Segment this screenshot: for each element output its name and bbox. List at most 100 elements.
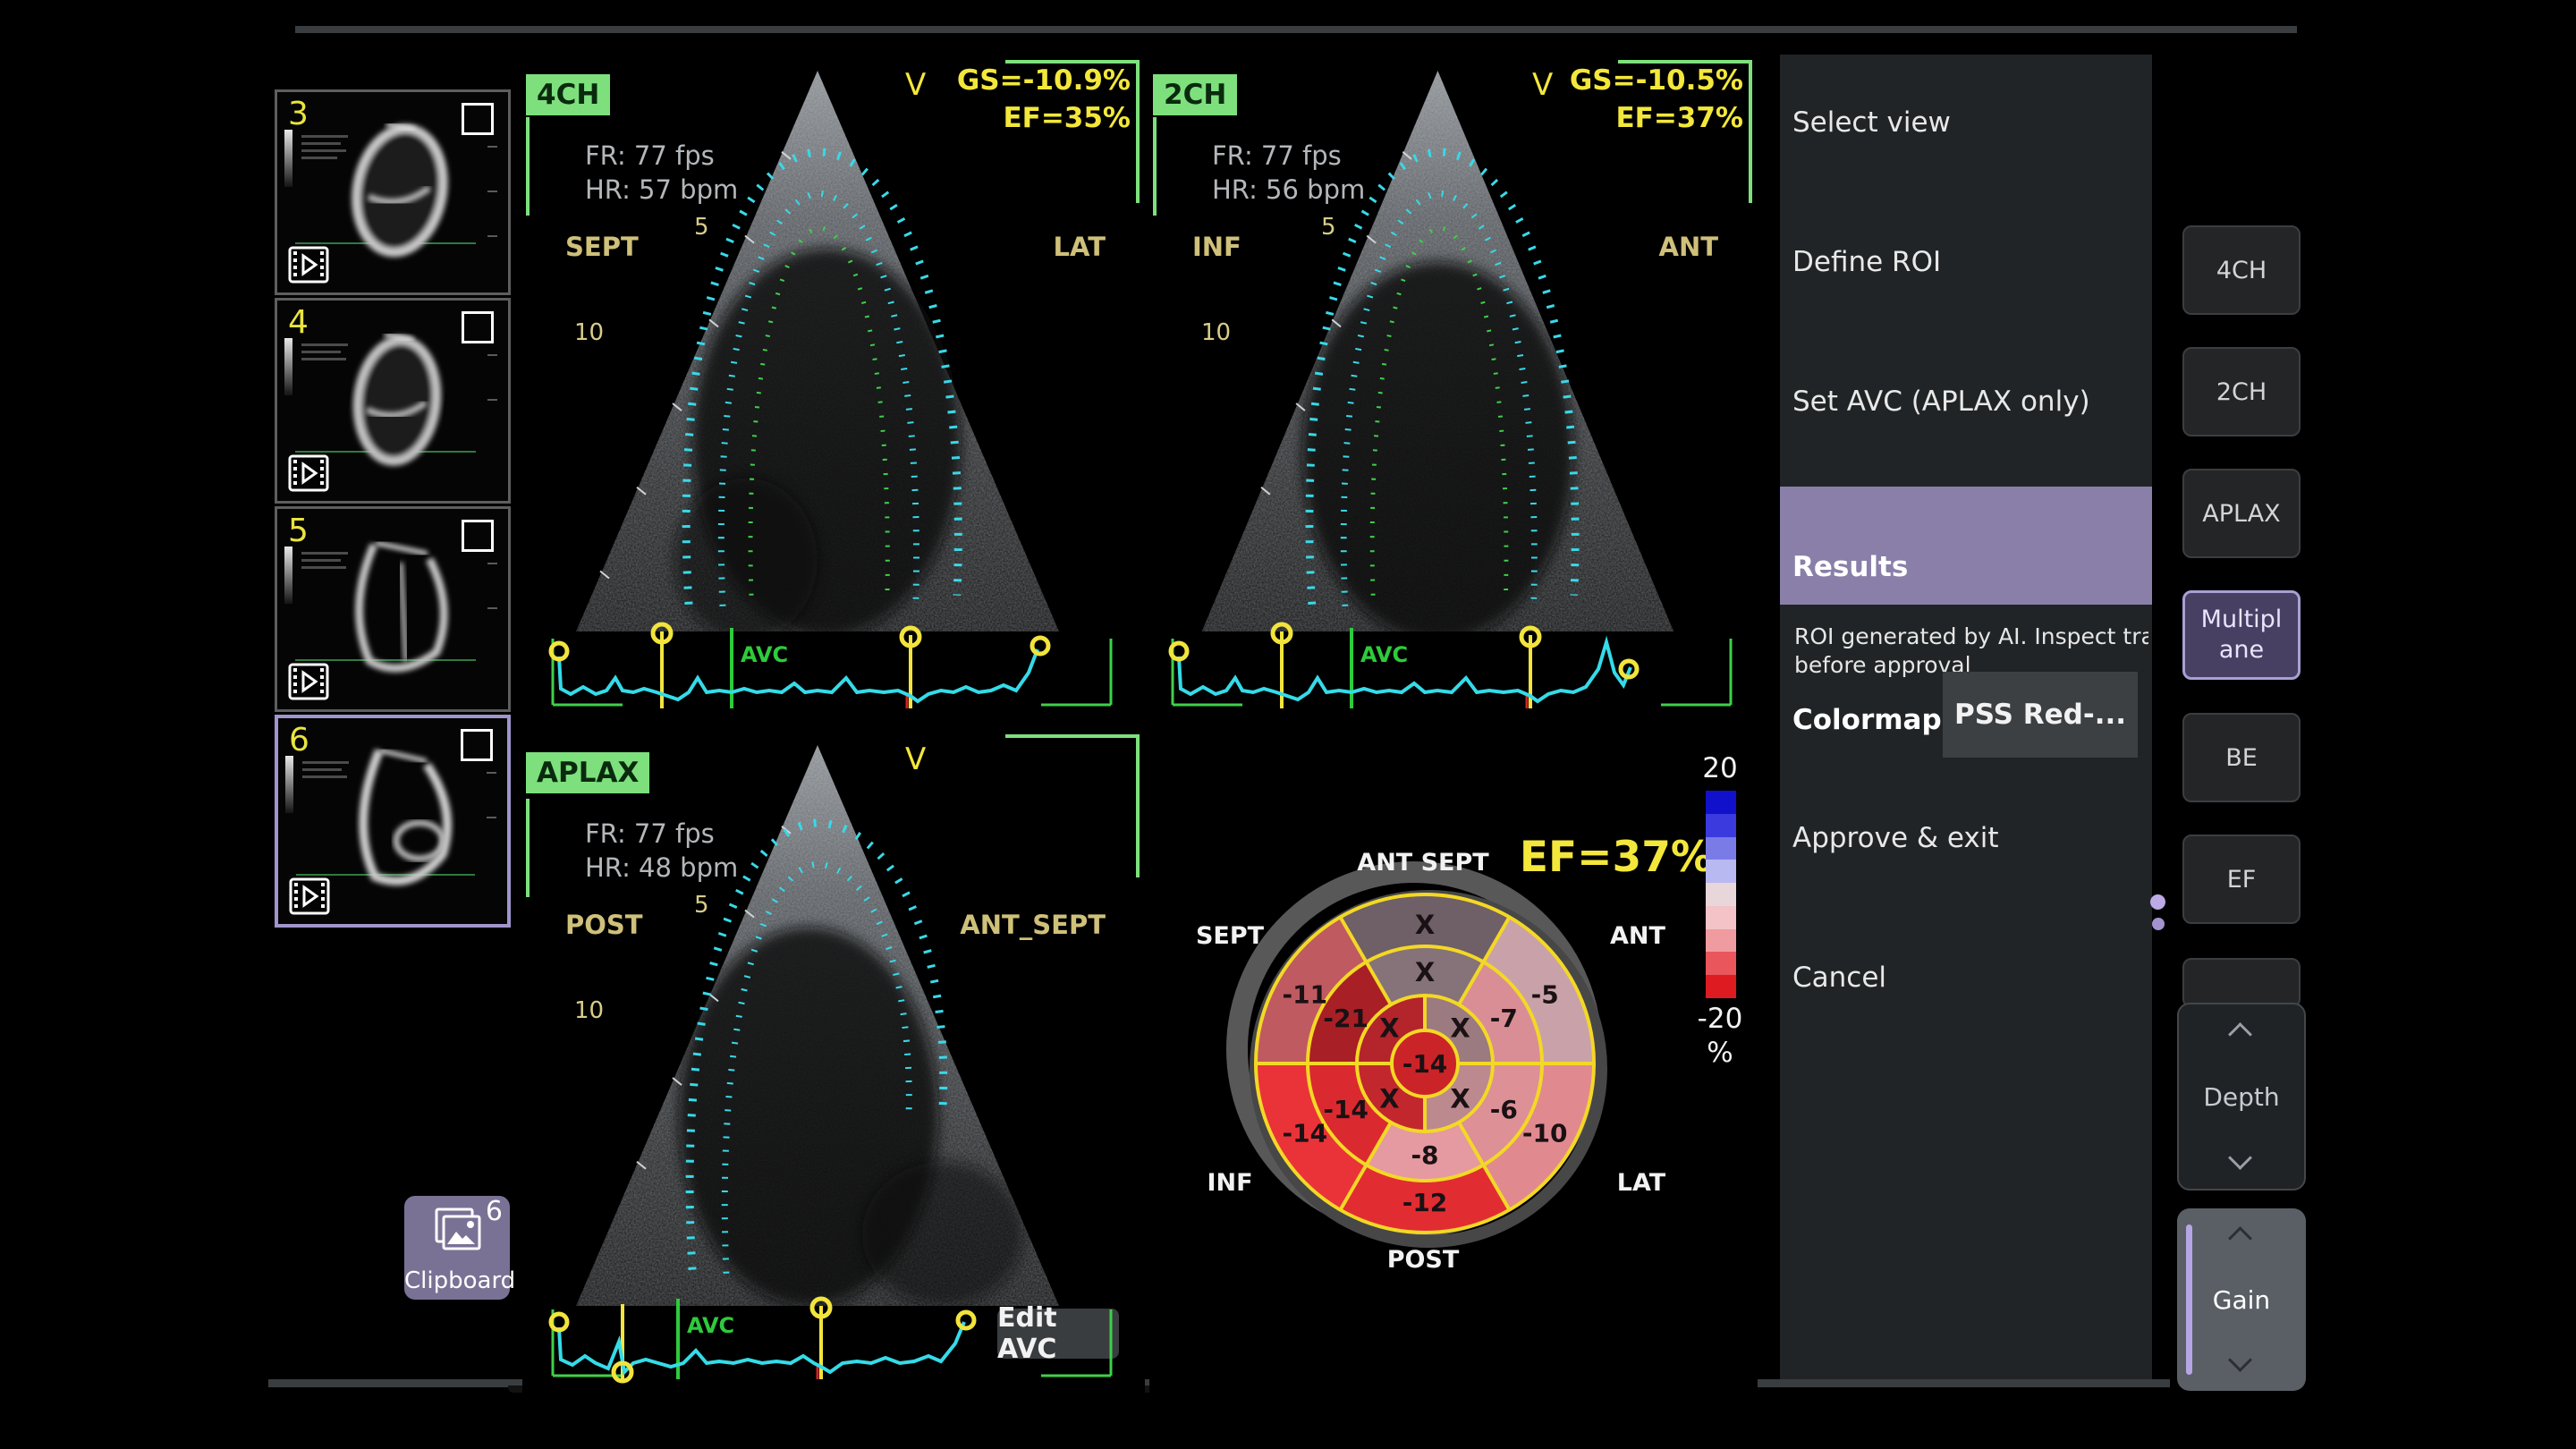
rim-label-post: POST bbox=[1334, 1246, 1513, 1274]
bullseye-segment-value: -7 bbox=[1490, 1004, 1518, 1033]
strain-results-label: GS=-10.5% EF=37% bbox=[1570, 62, 1743, 137]
avc-label: AVC bbox=[741, 642, 788, 667]
view-button-4ch[interactable]: 4CH bbox=[2182, 225, 2301, 315]
bullseye-segment-value: -10 bbox=[1522, 1119, 1568, 1148]
grayscale-bar bbox=[284, 547, 292, 604]
top-chrome-bar bbox=[295, 26, 2297, 33]
wall-label-left: POST bbox=[565, 910, 643, 940]
depth-tick-10: 10 bbox=[1201, 319, 1231, 346]
corner-bracket bbox=[1136, 734, 1140, 877]
bullseye-segment-value: -21 bbox=[1323, 1004, 1368, 1033]
view-button-multiplane-selected[interactable]: Multiplane bbox=[2182, 590, 2301, 680]
depth-tick bbox=[487, 146, 497, 148]
view-tag-badge: 4CH bbox=[526, 74, 610, 115]
v-marker: V bbox=[905, 67, 926, 103]
menu-item-approve-exit[interactable]: Approve & exit bbox=[1792, 822, 1999, 854]
view-button-be[interactable]: BE bbox=[2182, 713, 2301, 802]
partial-button bbox=[2182, 958, 2301, 1008]
depth-tick bbox=[487, 191, 497, 192]
gain-control: Gain bbox=[2177, 1208, 2306, 1391]
clipboard-button[interactable]: 6 Clipboard bbox=[404, 1196, 510, 1300]
heart-rate-label: HR: 56 bpm bbox=[1212, 174, 1365, 205]
chevron-up-icon[interactable] bbox=[2228, 1019, 2255, 1046]
colorbar-step bbox=[1706, 883, 1736, 906]
global-strain-value: GS=-10.5% bbox=[1570, 64, 1743, 97]
frame-rate-label: FR: 77 fps bbox=[585, 818, 715, 849]
rim-label-inf: INF bbox=[1149, 1169, 1319, 1197]
chevron-down-icon[interactable] bbox=[2228, 1148, 2255, 1174]
app-root: 3 4 bbox=[0, 0, 2576, 1449]
depth-tick bbox=[487, 563, 497, 564]
colorbar-min-label: -20 bbox=[1675, 1003, 1758, 1035]
ef-value: EF=35% bbox=[1003, 102, 1131, 134]
depth-control: Depth bbox=[2177, 1003, 2306, 1191]
grayscale-bar bbox=[284, 130, 292, 187]
thumbnail-5[interactable]: 5 bbox=[275, 506, 511, 712]
depth-tick-5: 5 bbox=[1321, 214, 1336, 241]
bullseye-segment-value: -6 bbox=[1490, 1095, 1518, 1124]
chevron-up-icon[interactable] bbox=[2228, 1223, 2255, 1250]
v-marker: V bbox=[1532, 67, 1553, 103]
depth-tick-10: 10 bbox=[574, 319, 604, 346]
grayscale-bar bbox=[285, 756, 293, 813]
strain-results-label: GS=-10.9%EF=35% bbox=[957, 62, 1131, 137]
menu-item-cancel[interactable]: Cancel bbox=[1792, 962, 1886, 994]
gain-level-bar bbox=[2186, 1224, 2192, 1375]
thumbnail-3[interactable]: 3 bbox=[275, 89, 511, 295]
colorbar-step bbox=[1706, 906, 1736, 929]
menu-item-select-view[interactable]: Select view bbox=[1792, 106, 1951, 139]
corner-bracket bbox=[1153, 117, 1157, 216]
corner-bracket bbox=[1136, 60, 1140, 203]
clipboard-count-badge: 6 bbox=[486, 1196, 503, 1227]
ef-value: EF=37% bbox=[1615, 102, 1743, 134]
view-tag-badge: APLAX bbox=[526, 752, 649, 793]
frame-rate-label: FR: 77 fps bbox=[1212, 140, 1342, 171]
thumbnail-number: 5 bbox=[288, 513, 309, 549]
corner-bracket bbox=[1749, 60, 1752, 203]
rim-label-ant-sept: ANT SEPT bbox=[1334, 849, 1513, 877]
bullseye-segment-value: -11 bbox=[1282, 980, 1327, 1010]
results-menu-panel: Select view Define ROI Set AVC (APLAX on… bbox=[1780, 55, 2152, 1379]
colorbar-step bbox=[1706, 837, 1736, 860]
menu-item-define-roi[interactable]: Define ROI bbox=[1792, 246, 1941, 278]
mini-ultrasound-image bbox=[333, 112, 467, 264]
thumbnail-6-selected[interactable]: 6 bbox=[275, 715, 511, 928]
wall-label-left: SEPT bbox=[565, 232, 639, 262]
bullseye-segment-value: X bbox=[1415, 957, 1435, 987]
mini-ultrasound-image bbox=[333, 320, 467, 472]
view-button-2ch[interactable]: 2CH bbox=[2182, 347, 2301, 436]
colormap-value: PSS Red-... bbox=[1954, 699, 2126, 731]
panel-4ch[interactable]: 4CH FR: 77 fps HR: 57 bpm SEPT LAT GS=-1… bbox=[522, 55, 1145, 724]
ai-roi-note-line1: ROI generated by AI. Inspect tra bbox=[1794, 623, 2148, 649]
colorbar-step bbox=[1706, 952, 1736, 975]
corner-bracket bbox=[526, 799, 530, 897]
avc-label: AVC bbox=[1360, 642, 1408, 667]
cine-loop-icon bbox=[288, 246, 329, 284]
menu-item-set-avc[interactable]: Set AVC (APLAX only) bbox=[1792, 386, 2090, 418]
panel-aplax[interactable]: APLAX FR: 77 fps HR: 48 bpm POST ANT_SEP… bbox=[522, 729, 1145, 1395]
heart-rate-label: HR: 57 bpm bbox=[585, 174, 738, 205]
grayscale-bar bbox=[284, 338, 292, 395]
view-button-aplax[interactable]: APLAX bbox=[2182, 469, 2301, 558]
colormap-dropdown[interactable]: PSS Red-... bbox=[1943, 672, 2138, 758]
ecg-strip: AVC bbox=[544, 1286, 1120, 1395]
colorbar-step bbox=[1706, 975, 1736, 998]
thumbnail-4[interactable]: 4 bbox=[275, 298, 511, 504]
panel-2ch[interactable]: 2CH FR: 77 fps HR: 56 bpm INF ANT GS=-10… bbox=[1149, 55, 1758, 724]
colorbar-step bbox=[1706, 791, 1736, 814]
colormap-label: Colormap: bbox=[1792, 704, 1953, 736]
gain-label: Gain bbox=[2213, 1285, 2270, 1315]
frame-rate-label: FR: 77 fps bbox=[585, 140, 715, 171]
mini-ultrasound-image bbox=[330, 738, 473, 894]
cine-loop-icon bbox=[288, 663, 329, 700]
corner-bracket bbox=[526, 117, 530, 216]
menu-item-results-selected[interactable]: Results bbox=[1780, 487, 2152, 605]
chevron-down-icon[interactable] bbox=[2228, 1350, 2255, 1377]
view-button-ef[interactable]: EF bbox=[2182, 835, 2301, 924]
bullseye-segment-value: -14 bbox=[1323, 1095, 1368, 1124]
colorbar-step bbox=[1706, 814, 1736, 837]
scroll-indicator-dot bbox=[2152, 918, 2165, 930]
depth-tick-5: 5 bbox=[694, 892, 709, 919]
heart-rate-label: HR: 48 bpm bbox=[585, 852, 738, 883]
bullseye-segment-value: -5 bbox=[1531, 980, 1559, 1010]
